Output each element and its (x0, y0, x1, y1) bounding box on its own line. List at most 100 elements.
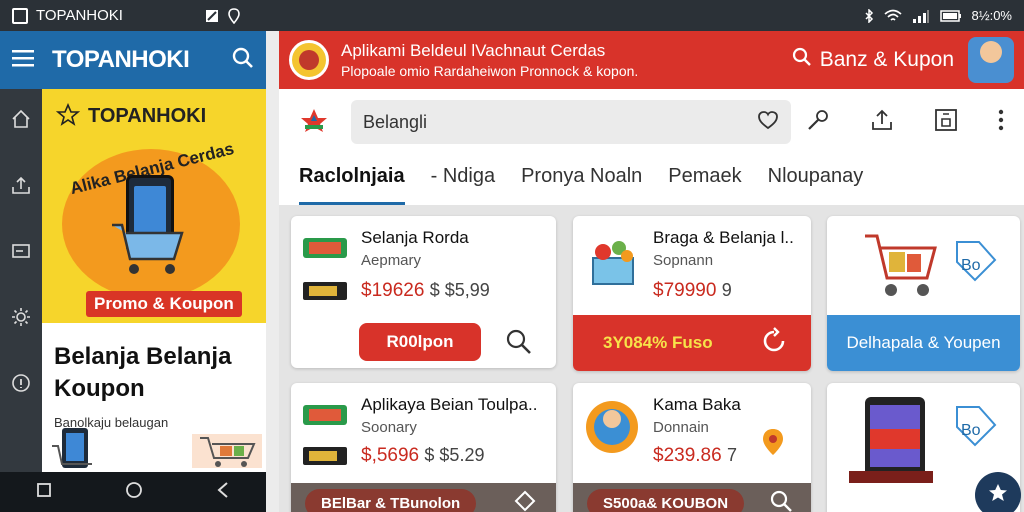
home-circle-icon[interactable] (125, 481, 143, 504)
app-header: Aplikami Beldeul lVachnaut Cerdas Plopoa… (279, 31, 1024, 89)
side-rail (0, 89, 42, 472)
signal-icon (912, 9, 930, 23)
mic-icon[interactable] (806, 108, 830, 137)
ticket-icon (301, 401, 349, 434)
price-value: $19626 (361, 280, 425, 301)
discount-bar[interactable]: 3Y084% Fuso (573, 315, 811, 371)
card-price: $19626 $ $5,99 (361, 280, 490, 302)
card-subtitle: Aepmary (361, 252, 422, 269)
coupon-bar[interactable]: S500a& KOUBON (573, 483, 811, 512)
location-icon (227, 7, 241, 24)
card-price: $79990 9 (653, 280, 732, 302)
status-app-name: TOPANHOKI (36, 7, 123, 24)
tab-pronya-noaln[interactable]: Pronya Noaln (521, 155, 642, 205)
tab-ndiga[interactable]: - Ndiga (431, 155, 495, 205)
old-price: $ $5,99 (429, 280, 490, 300)
product-card[interactable]: Aplikaya Beian Toulpa.. Soonary $,5696 $… (291, 383, 556, 512)
share-icon[interactable] (870, 108, 894, 137)
ticket-icon (301, 234, 349, 267)
product-card[interactable]: Selanja Rorda Aepmary $19626 $ $5,99 R00… (291, 216, 556, 368)
card-title: Aplikaya Beian Toulpa.. (361, 395, 538, 414)
left-panel-header: TOPANHOKI (0, 31, 266, 89)
back-icon[interactable] (216, 481, 230, 504)
share-icon[interactable] (514, 490, 536, 512)
shopping-cart-icon (861, 226, 941, 311)
tab-pemaek[interactable]: Pemaek (668, 155, 741, 205)
wifi-icon (883, 9, 902, 23)
search-icon[interactable] (232, 47, 254, 74)
card-title: Selanja Rorda (361, 228, 469, 247)
grocery-basket-icon (587, 236, 639, 293)
phone-store-icon (845, 393, 935, 508)
search-icon[interactable] (505, 328, 533, 361)
old-price: $ $5.29 (424, 445, 485, 465)
card-price: $239.86 7 (653, 445, 737, 467)
settings-icon[interactable] (11, 307, 31, 327)
tab-nloupanay[interactable]: Nloupanay (768, 155, 864, 205)
promo-thumbnails (42, 424, 266, 472)
shopping-cart-icon (110, 219, 190, 284)
status-bar: TOPANHOKI 8½:0% (0, 0, 1024, 31)
search-row (279, 89, 1024, 155)
promo-card[interactable]: Bo Delhapala & Youpen (827, 216, 1020, 371)
bookmark-box-icon[interactable] (934, 108, 958, 137)
search-coupon-button[interactable]: Banz & Kupon (792, 47, 954, 73)
search-coupon-label: Banz & Kupon (819, 48, 954, 71)
mascot-badge-icon (583, 395, 641, 462)
upload-icon[interactable] (11, 175, 31, 195)
category-tabs: Raclolnjaia - Ndiga Pronya Noaln Pemaek … (279, 155, 1024, 205)
refresh-icon[interactable] (759, 326, 789, 361)
info-icon[interactable] (11, 373, 31, 393)
card-icon[interactable] (11, 241, 31, 261)
voucher-icon (301, 278, 349, 309)
star-icon (987, 482, 1009, 509)
price-tag-icon: Bo (953, 403, 999, 454)
product-grid: Selanja Rorda Aepmary $19626 $ $5,99 R00… (279, 205, 1024, 512)
price-value: $79990 (653, 280, 717, 301)
search-input[interactable] (363, 111, 757, 133)
product-card[interactable]: Braga & Belanja l.. Sopnann $79990 9 3Y0… (573, 216, 811, 371)
discount-label: 3Y084% Fuso (603, 333, 713, 352)
product-card[interactable]: Kama Baka Donnain $239.86 7 S500a& KOUBO… (573, 383, 811, 512)
search-icon (792, 47, 812, 73)
recents-icon[interactable] (36, 482, 52, 503)
star-icon (55, 102, 81, 132)
card-price: $,5696 $ $5.29 (361, 445, 484, 467)
card-subtitle: Sopnann (653, 252, 714, 269)
bluetooth-icon (864, 8, 874, 23)
coupon-pill[interactable]: BElBar & TBunolon (305, 488, 477, 512)
system-nav-bar (0, 472, 266, 512)
price-value: $,5696 (361, 445, 420, 466)
battery-icon (939, 9, 962, 22)
tag-text: Bo (961, 257, 981, 274)
banner-brand: TOPANHOKI (88, 105, 207, 127)
promo-panel: TOPANHOKI Alika Belanja Cerdas Promo & K… (42, 89, 266, 472)
tab-raclolnjaia[interactable]: Raclolnjaia (299, 155, 405, 205)
price-value: $239.86 (653, 445, 722, 466)
search-box[interactable] (351, 100, 791, 144)
app-subtitle: Plopoale omio Rardaheiwon Pronnock & kop… (341, 63, 639, 79)
price-tag-icon: Bo (953, 238, 999, 289)
promo-bar[interactable]: Delhapala & Youpen (827, 315, 1020, 371)
coupon-bar[interactable]: BElBar & TBunolon (291, 483, 556, 512)
coupon-pill[interactable]: S500a& KOUBON (587, 488, 745, 512)
promo-banner[interactable]: TOPANHOKI Alika Belanja Cerdas Promo & K… (42, 89, 266, 323)
old-price: 9 (721, 280, 732, 300)
left-panel: TOPANHOKI TOPANHOKI Alika Belanja Cerdas… (0, 31, 266, 472)
home-icon[interactable] (11, 109, 31, 129)
voucher-icon (301, 443, 349, 474)
app-logo (289, 40, 329, 80)
battery-percent: 8½:0% (971, 8, 1012, 23)
hamburger-menu-icon[interactable] (12, 49, 34, 72)
promo-koupon-badge[interactable]: Promo & Koupon (86, 291, 242, 317)
nfc-icon (205, 9, 219, 23)
location-pin-icon (761, 427, 785, 462)
heart-icon[interactable] (757, 110, 779, 135)
card-subtitle: Soonary (361, 419, 417, 436)
brand-star-icon[interactable] (299, 107, 329, 138)
card-title: Braga & Belanja l.. (653, 228, 794, 247)
more-vert-icon[interactable] (998, 109, 1004, 136)
search-icon[interactable] (769, 489, 793, 512)
coupon-button[interactable]: R00lpon (359, 323, 481, 361)
favorite-fab[interactable] (975, 472, 1021, 512)
